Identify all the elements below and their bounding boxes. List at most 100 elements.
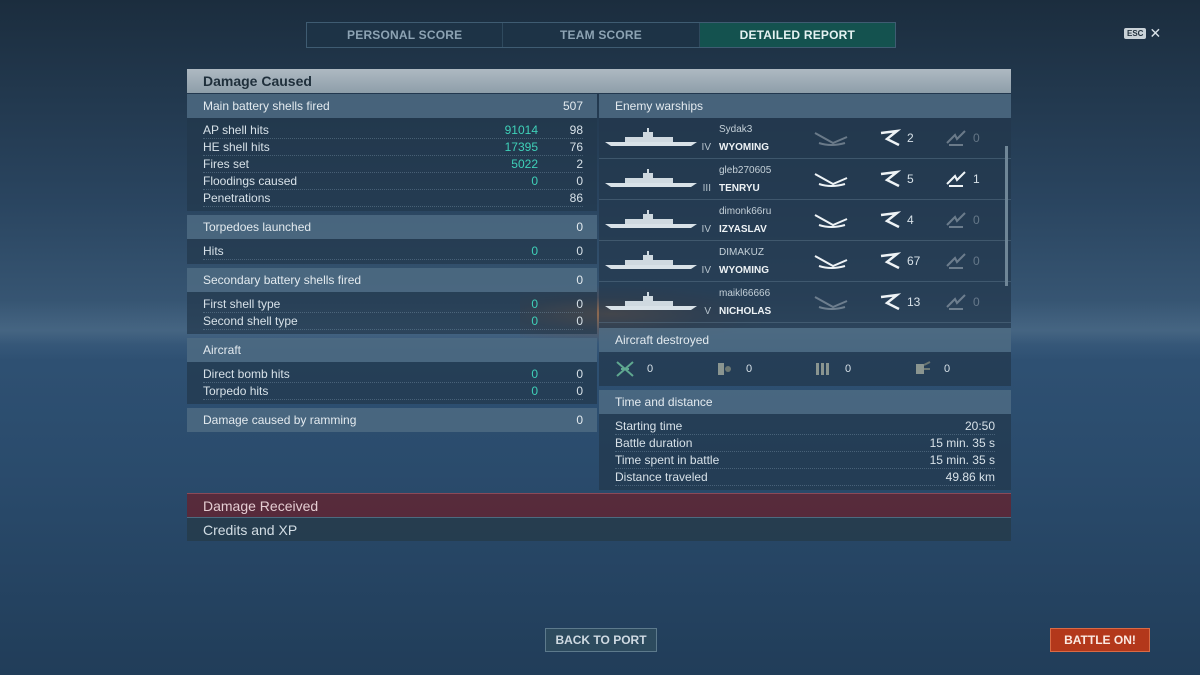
sunk-ship-icon — [814, 296, 848, 310]
stat-count: 0 — [576, 244, 583, 258]
ramming-label: Damage caused by ramming — [203, 413, 357, 427]
tab-detailed-report[interactable]: DETAILED REPORT — [699, 23, 895, 47]
stat-damage: 0 — [531, 174, 538, 188]
credits-xp-section[interactable]: Credits and XP — [187, 517, 1011, 541]
back-to-port-button[interactable]: BACK TO PORT — [545, 628, 657, 652]
ship-destroyed-indicator — [813, 252, 875, 270]
shell-hit-icon — [880, 252, 901, 270]
time-value: 15 min. 35 s — [929, 453, 995, 467]
bomber-icon — [718, 363, 731, 375]
enemy-ship-list[interactable]: IV Sydak3 WYOMING 2 0 III gleb270605 TENRYU 5 1 IV… — [599, 118, 1011, 328]
torpedo-bomber-icon — [816, 363, 829, 375]
ship-name: WYOMING — [719, 141, 769, 153]
enemy-and-time-panel: Enemy warships IV Sydak3 WYOMING 2 0 III gleb2… — [599, 94, 1011, 494]
stat-count: 2 — [576, 157, 583, 171]
ship-names: DIMAKUZ WYOMING — [719, 247, 809, 276]
time-label: Battle duration — [615, 436, 693, 450]
flooding-icon — [946, 253, 966, 269]
ship-hits-indicator: 67 — [879, 252, 941, 270]
ship-flooding-indicator: 0 — [945, 252, 1007, 270]
stat-label: Fires set — [203, 157, 250, 171]
ship-names: dimonk66ru IZYASLAV — [719, 206, 809, 235]
time-row: Battle duration 15 min. 35 s — [615, 435, 995, 452]
ship-silhouette-icon — [605, 210, 697, 228]
ship-hits-indicator: 2 — [879, 129, 941, 147]
ship-tier: IV — [701, 223, 711, 235]
ship-list-scrollbar[interactable] — [1005, 146, 1008, 286]
stat-label: Torpedo hits — [203, 384, 269, 398]
esc-close-button[interactable]: ESC ✕ — [1124, 26, 1161, 40]
enemy-warships-label: Enemy warships — [615, 99, 704, 113]
ship-silhouette-icon — [605, 292, 697, 310]
stat-count: 86 — [569, 191, 583, 205]
secondary-rows: First shell type 0 0 Second shell type 0 0 — [187, 292, 597, 334]
stat-label: HE shell hits — [203, 140, 270, 154]
enemy-ship-row[interactable]: IV DIMAKUZ WYOMING 67 0 — [599, 241, 1011, 282]
ship-hits-indicator: 4 — [879, 211, 941, 229]
enemy-ship-row[interactable]: IV Sydak3 WYOMING 2 0 — [599, 118, 1011, 159]
close-icon[interactable]: ✕ — [1149, 26, 1161, 40]
flooding-value: 0 — [973, 213, 980, 227]
enemy-ship-row[interactable]: III gleb270605 TENRYU 5 1 — [599, 159, 1011, 200]
report-tabs: PERSONAL SCORE TEAM SCORE DETAILED REPOR… — [306, 22, 896, 48]
main-battery-rows: AP shell hits 91014 98 HE shell hits 17395 7… — [187, 118, 597, 211]
aircraft-label: Aircraft — [203, 343, 242, 357]
secondary-count: 0 — [576, 273, 583, 287]
torpedoes-count: 0 — [576, 220, 583, 234]
player-name: dimonk66ru — [719, 205, 772, 217]
hits-value: 5 — [907, 172, 914, 186]
damage-received-section[interactable]: Damage Received — [187, 493, 1011, 517]
player-name: gleb270605 — [719, 164, 772, 176]
enemy-ship-row[interactable]: IV dimonk66ru IZYASLAV 4 0 — [599, 200, 1011, 241]
sunk-ship-icon — [814, 214, 848, 228]
aircraft-destroyed-value: 0 — [845, 363, 852, 375]
aircraft-destroyed-label: Aircraft destroyed — [615, 333, 710, 347]
player-name: Sydak3 — [719, 123, 753, 135]
time-distance-rows: Starting time 20:50 Battle duration 15 min… — [599, 414, 1011, 490]
tab-team-score[interactable]: TEAM SCORE — [503, 23, 700, 47]
tab-personal-score[interactable]: PERSONAL SCORE — [307, 23, 504, 47]
ship-flooding-indicator: 0 — [945, 293, 1007, 311]
secondary-header: Secondary battery shells fired 0 — [187, 268, 597, 292]
enemy-ship-row[interactable]: Vmaikl66666 NICHOLAS 13 0 — [599, 282, 1011, 323]
aircraft-header: Aircraft — [187, 338, 597, 362]
ship-names: maikl66666 NICHOLAS — [719, 288, 809, 317]
stat-damage: 5022 — [511, 157, 538, 171]
stat-label: Penetrations — [203, 191, 271, 205]
time-row: Time spent in battle 15 min. 35 s — [615, 452, 995, 469]
stat-label: Direct bomb hits — [203, 367, 290, 381]
main-battery-count: 507 — [562, 99, 583, 113]
main-battery-header: Main battery shells fired 507 — [187, 94, 597, 118]
ship-hits-indicator: 5 — [879, 170, 941, 188]
shell-hit-icon — [880, 170, 901, 188]
ship-destroyed-indicator — [813, 211, 875, 229]
shell-hit-icon — [880, 293, 901, 311]
battle-on-button[interactable]: BATTLE ON! — [1050, 628, 1150, 652]
ship-name: IZYASLAV — [719, 223, 767, 235]
time-distance-label: Time and distance — [615, 395, 713, 409]
flooding-value: 0 — [973, 254, 980, 268]
stat-row: Direct bomb hits 0 0 — [203, 366, 583, 383]
stat-label: Hits — [203, 244, 224, 258]
ship-flooding-indicator: 1 — [945, 170, 1007, 188]
ship-silhouette-icon — [605, 128, 697, 146]
damage-caused-header[interactable]: Damage Caused — [187, 69, 1011, 93]
ship-tier: III — [702, 182, 711, 194]
stat-count: 0 — [576, 314, 583, 328]
aircraft-destroyed-value: 0 — [746, 363, 753, 375]
stat-label: First shell type — [203, 297, 281, 311]
flooding-value: 1 — [973, 172, 980, 186]
player-name: maikl66666 — [719, 287, 771, 299]
torpedoes-label: Torpedoes launched — [203, 220, 312, 234]
time-value: 15 min. 35 s — [929, 436, 995, 450]
ship-name: TENRYU — [719, 182, 760, 194]
stat-row: First shell type 0 0 — [203, 296, 583, 313]
stat-row: AP shell hits 91014 98 — [203, 122, 583, 139]
torpedoes-rows: Hits 0 0 — [187, 239, 597, 264]
aircraft-destroyed-item: 0 — [714, 360, 813, 378]
enemy-ship-row[interactable]: Mister_Deus — [599, 323, 1011, 328]
stat-row: Penetrations 86 — [203, 190, 583, 207]
flooding-value: 0 — [973, 295, 980, 309]
stat-damage: 0 — [531, 244, 538, 258]
time-value: 49.86 km — [945, 470, 995, 484]
